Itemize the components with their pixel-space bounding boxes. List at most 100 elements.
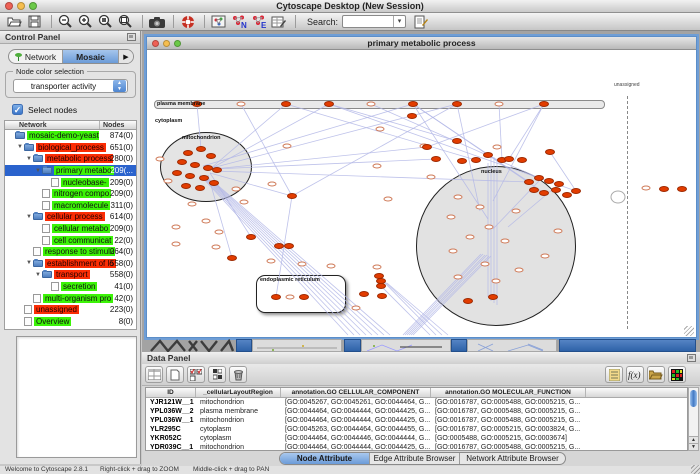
modify-attributes-icon[interactable] bbox=[187, 366, 205, 383]
resize-grip[interactable] bbox=[691, 465, 700, 474]
table-row[interactable]: YDR039C__1mitochondrion[GO:0044464, GO:0… bbox=[146, 443, 687, 451]
network-edge[interactable] bbox=[241, 104, 292, 196]
self-loop-edge[interactable] bbox=[611, 191, 625, 203]
gene-node[interactable] bbox=[551, 187, 561, 193]
expander-icon[interactable]: ▼ bbox=[25, 214, 33, 220]
network-overview-icon[interactable] bbox=[210, 14, 227, 30]
table-column-header[interactable]: _cellularLayoutRegion bbox=[196, 388, 281, 397]
network-edge[interactable] bbox=[210, 104, 286, 169]
gene-node-outline[interactable] bbox=[327, 264, 336, 269]
edge-attribute-mapper-icon[interactable]: E bbox=[250, 14, 267, 30]
gene-node[interactable] bbox=[206, 153, 216, 159]
tree-column-network[interactable]: Network bbox=[5, 121, 100, 129]
gene-node-outline[interactable] bbox=[481, 262, 490, 267]
background-window-fragment[interactable] bbox=[252, 339, 342, 352]
gene-node[interactable] bbox=[431, 156, 441, 162]
gene-node[interactable] bbox=[246, 234, 256, 240]
network-edge[interactable] bbox=[202, 176, 354, 335]
scrollbar-thumb[interactable] bbox=[690, 390, 697, 407]
tree-row[interactable]: nucleobase-209(0) bbox=[5, 176, 136, 188]
gene-node[interactable] bbox=[181, 183, 191, 189]
tree-row[interactable]: secretion41(0) bbox=[5, 281, 136, 293]
network-edge[interactable] bbox=[212, 181, 384, 335]
gene-node[interactable] bbox=[195, 185, 205, 191]
tab-edge-attribute-browser[interactable]: Edge Attribute Browser bbox=[370, 453, 460, 464]
background-window-fragment[interactable] bbox=[361, 339, 451, 352]
gene-node-outline[interactable] bbox=[493, 145, 502, 150]
gene-node-outline[interactable] bbox=[476, 205, 485, 210]
gene-node-outline[interactable] bbox=[447, 215, 456, 220]
gene-node-outline[interactable] bbox=[268, 182, 277, 187]
gene-node-outline[interactable] bbox=[554, 229, 563, 234]
gene-node-outline[interactable] bbox=[373, 164, 382, 169]
gene-node[interactable] bbox=[172, 170, 182, 176]
gene-node[interactable] bbox=[571, 188, 581, 194]
gene-node[interactable] bbox=[183, 150, 193, 156]
gene-node[interactable] bbox=[227, 255, 237, 261]
gene-node[interactable] bbox=[539, 190, 549, 196]
gene-node[interactable] bbox=[299, 294, 309, 300]
gene-node-outline[interactable] bbox=[454, 195, 463, 200]
background-window-fragment[interactable] bbox=[344, 339, 361, 352]
gene-node[interactable] bbox=[190, 162, 200, 168]
gene-node-outline[interactable] bbox=[240, 200, 249, 205]
network-edge[interactable] bbox=[203, 104, 413, 166]
tree-row[interactable]: ▼cellular process614(0) bbox=[5, 211, 136, 223]
tree-row[interactable]: Overview8(0) bbox=[5, 316, 136, 328]
tree-row[interactable]: nitrogen compo209(0) bbox=[5, 188, 136, 200]
gene-node-outline[interactable] bbox=[492, 279, 501, 284]
gene-node[interactable] bbox=[324, 101, 334, 107]
tree-row[interactable]: multi-organism pro42(0) bbox=[5, 292, 136, 304]
gene-node-outline[interactable] bbox=[512, 209, 521, 214]
gene-node-outline[interactable] bbox=[298, 262, 307, 267]
birds-eye-view[interactable] bbox=[16, 336, 137, 458]
tree-row[interactable]: cellular metabo209(0) bbox=[5, 223, 136, 235]
gene-node[interactable] bbox=[177, 159, 187, 165]
gene-node[interactable] bbox=[539, 101, 549, 107]
gene-node[interactable] bbox=[517, 157, 527, 163]
gene-node-outline[interactable] bbox=[642, 186, 651, 191]
gene-node-outline[interactable] bbox=[237, 102, 246, 107]
gene-node-outline[interactable] bbox=[172, 242, 181, 247]
table-column-header[interactable]: annotation.GO MOLECULAR_FUNCTION bbox=[431, 388, 586, 397]
table-row[interactable]: YJR121W__1mitochondrion[GO:0045267, GO:0… bbox=[146, 398, 687, 407]
search-input[interactable]: ▾ bbox=[342, 15, 406, 28]
network-edge[interactable] bbox=[499, 104, 502, 160]
gene-node[interactable] bbox=[544, 178, 554, 184]
gene-node[interactable] bbox=[196, 146, 206, 152]
gene-node[interactable] bbox=[452, 138, 462, 144]
network-edge[interactable] bbox=[214, 147, 427, 169]
gene-node-outline[interactable] bbox=[376, 127, 385, 132]
gene-node-outline[interactable] bbox=[202, 219, 211, 224]
create-attribute-icon[interactable] bbox=[166, 366, 184, 383]
tree-row[interactable]: mosaic-demo-yeast874(0) bbox=[5, 130, 136, 142]
tab-overflow-button[interactable]: ▶ bbox=[119, 50, 133, 63]
tab-mosaic[interactable]: Mosaic bbox=[63, 50, 119, 63]
heatmap-icon[interactable] bbox=[668, 366, 686, 383]
gene-node-outline[interactable] bbox=[267, 259, 276, 264]
gene-node[interactable] bbox=[452, 101, 462, 107]
background-window-fragment[interactable] bbox=[149, 339, 235, 352]
gene-node[interactable] bbox=[377, 293, 387, 299]
gene-node[interactable] bbox=[185, 173, 195, 179]
window-resize-grip[interactable] bbox=[684, 326, 694, 336]
tree-row[interactable]: unassigned223(0) bbox=[5, 304, 136, 316]
gene-node[interactable] bbox=[274, 243, 284, 249]
gene-node-outline[interactable] bbox=[454, 275, 463, 280]
gene-node[interactable] bbox=[463, 298, 473, 304]
network-edge[interactable] bbox=[214, 159, 436, 169]
gene-node-outline[interactable] bbox=[286, 295, 295, 300]
zoom-fit-icon[interactable] bbox=[117, 14, 134, 30]
snapshot-camera-icon[interactable] bbox=[148, 14, 165, 30]
gene-node[interactable] bbox=[504, 156, 514, 162]
annotation-grid-icon[interactable] bbox=[270, 14, 287, 30]
table-scrollbar[interactable]: ▲ ▼ bbox=[688, 387, 699, 451]
attribute-list-icon[interactable] bbox=[605, 366, 623, 383]
gene-node[interactable] bbox=[488, 294, 498, 300]
network-canvas[interactable]: plasma membrane cytoplasm mitochondrion … bbox=[148, 51, 695, 337]
float-panel-icon[interactable] bbox=[687, 354, 696, 362]
network-edge[interactable] bbox=[381, 279, 436, 335]
search-value[interactable] bbox=[343, 16, 393, 27]
table-column-header[interactable]: annotation.GO CELLULAR_COMPONENT bbox=[281, 388, 431, 397]
network-edge[interactable] bbox=[200, 175, 348, 335]
